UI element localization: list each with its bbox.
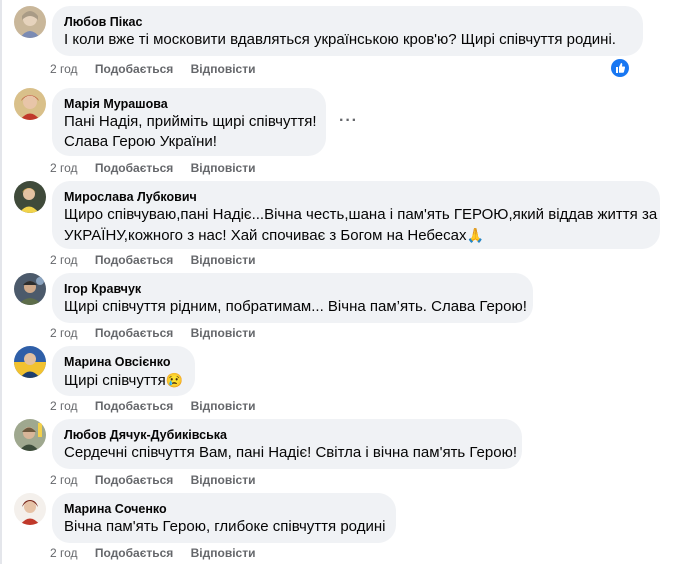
comment-bubble: Ігор Кравчук Щирі співчуття рідним, побр…	[52, 273, 533, 323]
like-thumb-icon[interactable]	[611, 59, 629, 77]
comment-author[interactable]: Марія Мурашова	[64, 96, 314, 112]
comment-text-part: УКРАЇНУ,кожного з нас! Хай спочиває з Бо…	[64, 227, 467, 244]
comment-author[interactable]: Мирослава Лубкович	[64, 189, 648, 205]
comment-text: І коли вже ті московити вдавляться украї…	[64, 31, 616, 48]
like-button[interactable]: Подобається	[95, 399, 173, 413]
comment-bubble: Любов Пікас І коли вже ті московити вдав…	[52, 6, 643, 56]
comment-time[interactable]: 2 год	[50, 253, 78, 267]
comment-text: Слава Герою України!	[64, 133, 217, 150]
pray-emoji-icon: 🙏	[466, 227, 484, 243]
comment-bubble: Мирослава Лубкович Щиро співчуваю,пані Н…	[52, 181, 660, 249]
like-button[interactable]: Подобається	[95, 253, 173, 267]
reply-button[interactable]: Відповісти	[191, 546, 256, 560]
comment-actions: 2 год Подобається Відповісти	[50, 473, 269, 487]
comment-time[interactable]: 2 год	[50, 546, 78, 560]
comment-bubble: Марія Мурашова Пані Надія, прийміть щирі…	[52, 88, 326, 156]
comment-time[interactable]: 2 год	[50, 62, 78, 76]
comment-time[interactable]: 2 год	[50, 161, 78, 175]
like-button[interactable]: Подобається	[95, 326, 173, 340]
reply-button[interactable]: Відповісти	[191, 62, 256, 76]
comment-text: УКРАЇНУ,кожного з нас! Хай спочиває з Бо…	[64, 225, 648, 246]
comment-actions: 2 год Подобається Відповісти	[50, 546, 269, 560]
reply-button[interactable]: Відповісти	[191, 326, 256, 340]
more-options-icon[interactable]: ···	[339, 112, 358, 130]
reply-button[interactable]: Відповісти	[191, 399, 256, 413]
like-button[interactable]: Подобається	[95, 473, 173, 487]
comment-time[interactable]: 2 год	[50, 399, 78, 413]
like-button[interactable]: Подобається	[95, 546, 173, 560]
avatar[interactable]	[14, 273, 46, 305]
avatar[interactable]	[14, 419, 46, 451]
comment-author[interactable]: Любов Пікас	[64, 14, 631, 30]
comment-author[interactable]: Марина Овсієнко	[64, 354, 183, 370]
comment-actions: 2 год Подобається Відповісти	[50, 161, 269, 175]
comment-text: Сердечні співчуття Вам, пані Надіє! Світ…	[64, 444, 517, 461]
comment-actions: 2 год Подобається Відповісти	[50, 326, 269, 340]
avatar[interactable]	[14, 88, 46, 120]
avatar[interactable]	[14, 493, 46, 525]
comment-text-part: Щирі співчуття	[64, 372, 166, 389]
avatar[interactable]	[14, 181, 46, 213]
comment-author[interactable]: Любов Дячук-Дубиківська	[64, 427, 510, 443]
comment-text: Щиро співчуваю,пані Надіє...Вічна честь,…	[64, 206, 658, 223]
comment-text: Вічна пам'ять Герою, глибоке співчуття р…	[64, 518, 386, 535]
comment-actions: 2 год Подобається Відповісти	[50, 62, 269, 76]
reply-button[interactable]: Відповісти	[191, 473, 256, 487]
comment-bubble: Любов Дячук-Дубиківська Сердечні співчут…	[52, 419, 522, 469]
comment-actions: 2 год Подобається Відповісти	[50, 253, 269, 267]
like-button[interactable]: Подобається	[95, 62, 173, 76]
comment-bubble: Марина Соченко Вічна пам'ять Герою, глиб…	[52, 493, 396, 543]
comment-text: Щирі співчуття рідним, побратимам... Віч…	[64, 298, 527, 315]
avatar[interactable]	[14, 6, 46, 38]
thread-line	[0, 0, 2, 564]
sad-emoji-icon: 😢	[165, 372, 184, 388]
comment-author[interactable]: Марина Соченко	[64, 501, 384, 517]
reply-button[interactable]: Відповісти	[191, 253, 256, 267]
comment-bubble: Марина Овсієнко Щирі співчуття😢	[52, 346, 195, 396]
comment-actions: 2 год Подобається Відповісти	[50, 399, 269, 413]
like-button[interactable]: Подобається	[95, 161, 173, 175]
comment-time[interactable]: 2 год	[50, 473, 78, 487]
comment-text: Щирі співчуття😢	[64, 370, 183, 391]
reply-button[interactable]: Відповісти	[191, 161, 256, 175]
comment-time[interactable]: 2 год	[50, 326, 78, 340]
comment-author[interactable]: Ігор Кравчук	[64, 281, 521, 297]
comment-text: Пані Надія, прийміть щирі співчуття!	[64, 113, 317, 130]
avatar[interactable]	[14, 346, 46, 378]
